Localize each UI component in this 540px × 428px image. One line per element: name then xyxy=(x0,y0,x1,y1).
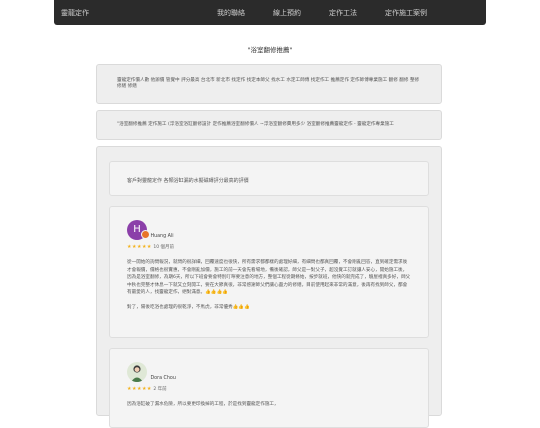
search-keywords-text: "浴室翻修推薦 定作施工 (浮浴室浴缸翻修設計 定作推薦浴室翻修價人 ~浮浴室翻… xyxy=(117,122,394,127)
nav-link-methods[interactable]: 定作工法 xyxy=(329,8,357,18)
nav-link-cases[interactable]: 定作施工案例 xyxy=(385,8,427,18)
avatar[interactable]: H xyxy=(127,220,150,240)
review-author[interactable]: Dora Chou xyxy=(150,376,175,382)
keyword-tags-box: 靈龍定作價人數 他辦價 管覺中 評分最高 台北市 新北市 找定作 找定本師父 找… xyxy=(96,64,442,104)
search-keywords-box: "浴室翻修推薦 定作施工 (浮浴室浴缸翻修設計 定作推薦浴室翻修價人 ~浮浴室翻… xyxy=(96,110,442,140)
review-author-row: H Huang Ali xyxy=(127,220,411,240)
review-author[interactable]: Huang Ali xyxy=(150,234,173,240)
star-rating-icon: ★★★★★ xyxy=(127,244,152,250)
review-card: H Huang Ali ★★★★★ 10 個月前 從一開始的詢問報況，就問的很詳… xyxy=(109,206,429,338)
woman-portrait-icon[interactable] xyxy=(127,362,147,382)
review-author-row: Dora Chou xyxy=(127,362,411,382)
nav-link-contact[interactable]: 我的聯絡 xyxy=(217,8,245,18)
reviews-header: 客戶對靈龍定作 各類浴缸漏的水擬磁磚評分最高的評價 xyxy=(127,178,249,184)
page-title: "浴室翻修推薦" xyxy=(247,46,293,54)
review-meta: ★★★★★ 2 年前 xyxy=(127,386,411,393)
review-body: 從一開始的詢問報況，就問的很詳細，回覆速度也很快，所有需求都都樣的處理好細，有細… xyxy=(127,260,411,296)
reviews-section: 客戶對靈龍定作 各類浴缸漏的水擬磁磚評分最高的評價 H Huang Ali ★★… xyxy=(96,146,442,428)
keyword-tags-text: 靈龍定作價人數 他辦價 管覺中 評分最高 台北市 新北市 找定作 找定本師父 找… xyxy=(117,78,420,89)
nav-link-booking[interactable]: 線上預約 xyxy=(273,8,301,18)
review-time: 10 個月前 xyxy=(153,245,175,250)
badge-icon xyxy=(141,230,150,239)
reviews-header-card: 客戶對靈龍定作 各類浴缸漏的水擬磁磚評分最高的評價 xyxy=(109,161,429,196)
review-followup: 對了，陽後吃浴也處理的很乾淨，不馬虎，非常優秀👍👍👍 xyxy=(127,304,250,310)
avatar-letter: H xyxy=(133,224,141,235)
review-card: Dora Chou ★★★★★ 2 年前 因為浴缸破了漏水危險，所以要更印換掉的… xyxy=(109,348,429,428)
star-rating-icon: ★★★★★ xyxy=(127,386,152,392)
review-time: 2 年前 xyxy=(153,387,167,392)
top-navbar: 靈龍定作 我的聯絡 線上預約 定作工法 定作施工案例 xyxy=(54,0,486,25)
nav-links: 我的聯絡 線上預約 定作工法 定作施工案例 xyxy=(217,0,455,25)
review-meta: ★★★★★ 10 個月前 xyxy=(127,244,411,251)
brand-logo-text[interactable]: 靈龍定作 xyxy=(61,8,89,18)
